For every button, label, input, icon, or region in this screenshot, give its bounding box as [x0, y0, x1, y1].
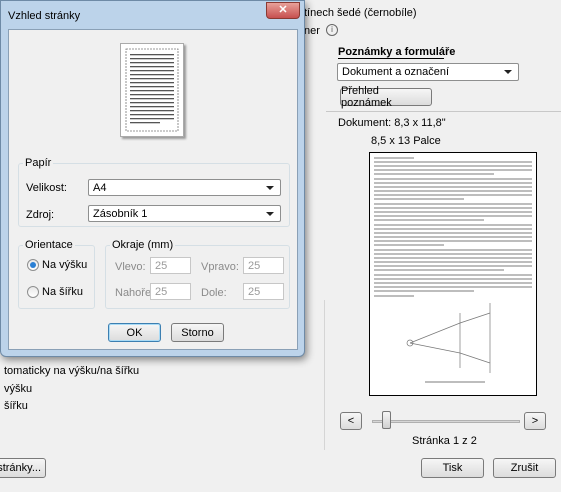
size-label: Velikost:: [26, 182, 67, 194]
top-margin-label: Nahoře:: [115, 287, 155, 299]
annotations-underline: [338, 58, 444, 59]
info-icon[interactable]: i: [326, 24, 338, 36]
top-margin-input[interactable]: 25: [150, 283, 191, 300]
portrait-option[interactable]: výšku: [4, 383, 32, 395]
portrait-radio-label[interactable]: Na výšku: [42, 259, 87, 271]
chevron-down-icon: [504, 70, 512, 74]
right-margin-label: Vpravo:: [201, 261, 239, 273]
next-page-button[interactable]: >: [524, 412, 546, 430]
print-button[interactable]: Tisk: [421, 458, 484, 478]
dialog-close-button[interactable]: ✕: [266, 2, 300, 19]
print-preview: [369, 152, 537, 396]
portrait-radio[interactable]: [27, 259, 39, 271]
paper-size-select[interactable]: A4: [88, 179, 281, 196]
landscape-radio[interactable]: [27, 286, 39, 298]
page-setup-button[interactable]: stránky...: [0, 458, 46, 478]
page-setup-dialog: Vzhled stránky ✕ Papír Velikost: A4 Zdro…: [0, 0, 305, 357]
chevron-right-icon: >: [531, 415, 539, 427]
auto-orientation-option[interactable]: tomaticky na výšku/na šířku: [4, 365, 139, 377]
landscape-radio-label[interactable]: Na šířku: [42, 286, 83, 298]
left-margin-input[interactable]: 25: [150, 257, 191, 274]
page-info: Stránka 1 z 2: [412, 435, 477, 447]
section-divider: [326, 111, 561, 112]
chevron-left-icon: <: [347, 415, 355, 427]
document-size-label: Dokument: 8,3 x 11,8": [338, 117, 446, 129]
paper-preview: [120, 43, 184, 137]
orientation-group: [18, 245, 95, 309]
paper-size-label: 8,5 x 13 Palce: [371, 135, 441, 147]
dialog-title: Vzhled stránky: [8, 10, 81, 22]
paper-group-title: Papír: [23, 157, 54, 169]
annotations-summary-button[interactable]: Přehled poznámek: [340, 85, 432, 109]
close-icon: ✕: [278, 4, 288, 16]
bottom-margin-input[interactable]: 25: [243, 283, 284, 300]
paper-source-select[interactable]: Zásobník 1: [88, 205, 281, 222]
grayscale-option-text-2: ner: [304, 25, 320, 37]
page-slider-track[interactable]: [372, 420, 520, 423]
page-setup-button-label: stránky...: [0, 462, 41, 474]
paper-size-value: A4: [93, 181, 107, 194]
ok-button[interactable]: OK: [108, 323, 161, 342]
margins-group-title: Okraje (mm): [110, 239, 176, 251]
chevron-down-icon: [266, 185, 274, 190]
right-margin-input[interactable]: 25: [243, 257, 284, 274]
paper-preview-lines: [125, 48, 179, 132]
orientation-group-title: Orientace: [23, 239, 75, 251]
annotations-select[interactable]: Dokument a označení: [337, 63, 519, 81]
dialog-body: Papír Velikost: A4 Zdroj: Zásobník 1 Ori…: [8, 29, 298, 350]
bottom-margin-label: Dole:: [201, 287, 227, 299]
preview-page-content: [374, 157, 532, 383]
paper-source-value: Zásobník 1: [93, 207, 148, 220]
page-slider-thumb[interactable]: [382, 411, 391, 429]
storno-button[interactable]: Storno: [171, 323, 224, 342]
source-label: Zdroj:: [26, 209, 55, 221]
left-margin-label: Vlevo:: [115, 261, 146, 273]
chevron-down-icon: [266, 211, 274, 216]
previous-page-button[interactable]: <: [340, 412, 362, 430]
grayscale-option-text: tínech šedé (černobíle): [304, 7, 417, 19]
annotations-select-value: Dokument a označení: [342, 66, 450, 78]
landscape-option[interactable]: šířku: [4, 400, 28, 412]
annotations-title: Poznámky a formuláře: [338, 46, 456, 58]
cancel-print-button[interactable]: Zrušit: [493, 458, 556, 478]
